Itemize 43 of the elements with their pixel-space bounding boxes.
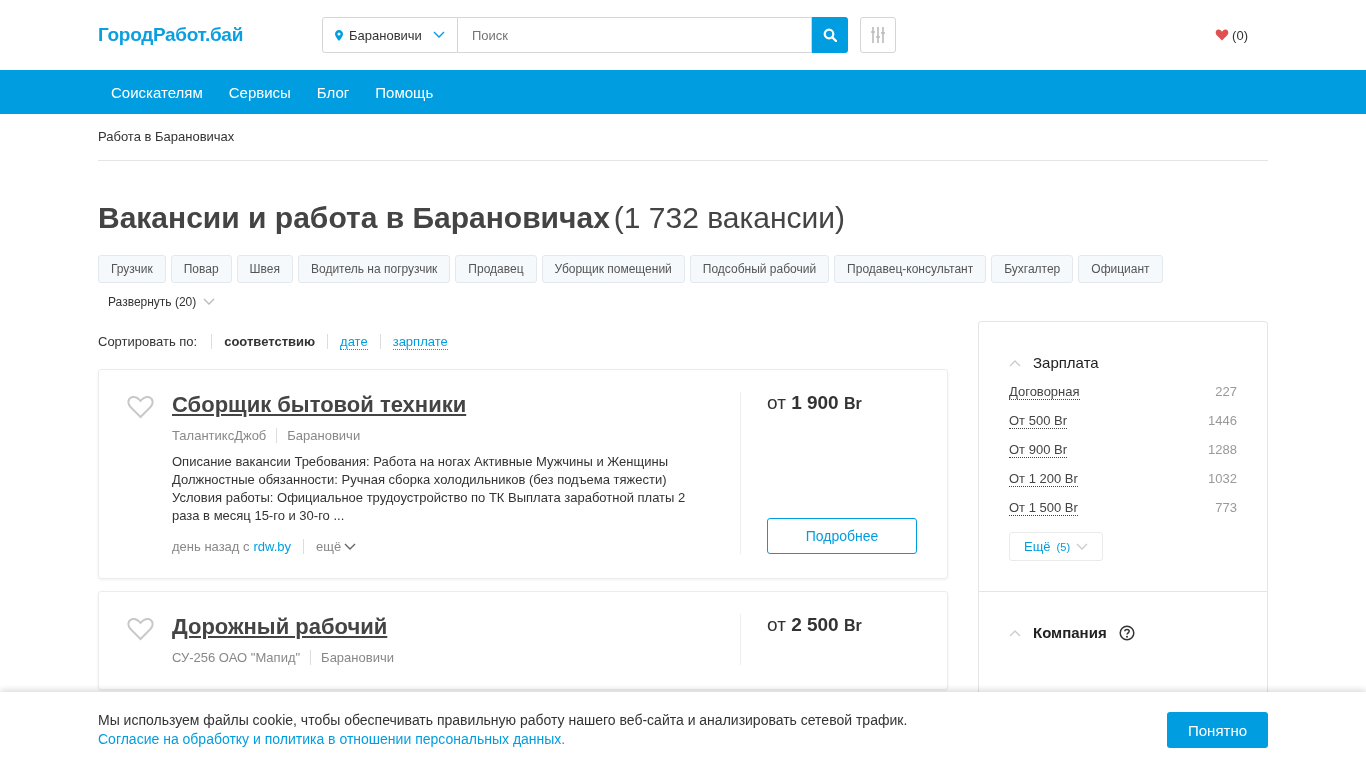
vacancy-count: (1 732 вакансии) bbox=[613, 201, 846, 235]
tag-chip[interactable]: Подсобный рабочий bbox=[689, 255, 830, 283]
salary: от 2 500 Br bbox=[767, 614, 863, 636]
option-count: 1446 bbox=[1208, 413, 1237, 429]
tag-chip[interactable]: Продавец bbox=[455, 255, 537, 283]
tag-chip[interactable]: Бухгалтер bbox=[991, 255, 1074, 283]
filter-option[interactable]: От 500 Br bbox=[1009, 413, 1067, 429]
cookie-notice: Мы используем файлы cookie, чтобы обеспечивать правильную работу нашего веб-сайта и анализировать сетевой трафик. Согласие на обработку и политика в отношении персональных данных. bbox=[98, 711, 908, 749]
breadcrumb-link[interactable]: Работа в Барановичах bbox=[98, 129, 235, 144]
expand-link[interactable]: Развернуть (20) bbox=[108, 295, 216, 309]
vacancy-location: Барановичи bbox=[276, 428, 371, 443]
filter-option[interactable]: От 1 200 Br bbox=[1009, 471, 1078, 487]
option-count: 227 bbox=[1215, 384, 1237, 400]
tag-chip[interactable]: Продавец-консультант bbox=[834, 255, 987, 283]
tag-chip[interactable]: Водитель на погрузчик bbox=[298, 255, 451, 283]
tag-chip[interactable]: Официант bbox=[1078, 255, 1163, 283]
vacancy-location: Барановичи bbox=[310, 650, 404, 665]
tag-chip[interactable]: Швея bbox=[236, 255, 293, 283]
company-name: ТалантиксДжоб bbox=[172, 428, 268, 443]
vacancy-title[interactable]: Сборщик бытовой техники bbox=[172, 392, 467, 417]
favorites-link[interactable]: (0) bbox=[1215, 27, 1248, 43]
option-count: 773 bbox=[1215, 500, 1237, 516]
posted-date: день назад с bbox=[172, 539, 250, 554]
sort-label: Сортировать по: bbox=[98, 333, 198, 349]
salary: от 1 900 Br bbox=[767, 392, 863, 414]
filter-title: Зарплата bbox=[1033, 354, 1099, 371]
filter-option[interactable]: От 900 Br bbox=[1009, 442, 1067, 458]
sort-option[interactable]: соответствию bbox=[224, 333, 316, 349]
tag-chip[interactable]: Уборщик помещений bbox=[541, 255, 685, 283]
vacancy-description: Описание вакансии Требования: Работа на ногах Активные Мужчины и Женщины Должностные обязанности: Ручная сборка холодильников (без подъема тяжести) Условия работы: Официальное трудоустройство по ТК Выплата заработной платы 2 раза в месяц 15-го и 30-го ... bbox=[172, 453, 687, 525]
vacancy-title[interactable]: Дорожный рабочий bbox=[172, 614, 388, 639]
filter-option[interactable]: От 1 500 Br bbox=[1009, 500, 1078, 516]
page-title: Вакансии и работа в Барановичах bbox=[98, 201, 610, 235]
option-count: 1032 bbox=[1208, 471, 1237, 487]
search-field[interactable]: Поиск bbox=[458, 17, 812, 53]
more-dropdown[interactable]: ещё bbox=[303, 539, 357, 554]
filter-option[interactable]: Договорная bbox=[1009, 384, 1080, 400]
option-count: 1288 bbox=[1208, 442, 1237, 458]
tag-chip[interactable]: Повар bbox=[170, 255, 232, 283]
filter-title: Компания bbox=[1033, 624, 1107, 641]
company-name: СУ-256 ОАО "Мапид" bbox=[172, 650, 302, 665]
city-select[interactable]: Барановичи bbox=[322, 17, 458, 53]
tag-chip[interactable]: Грузчик bbox=[98, 255, 166, 283]
